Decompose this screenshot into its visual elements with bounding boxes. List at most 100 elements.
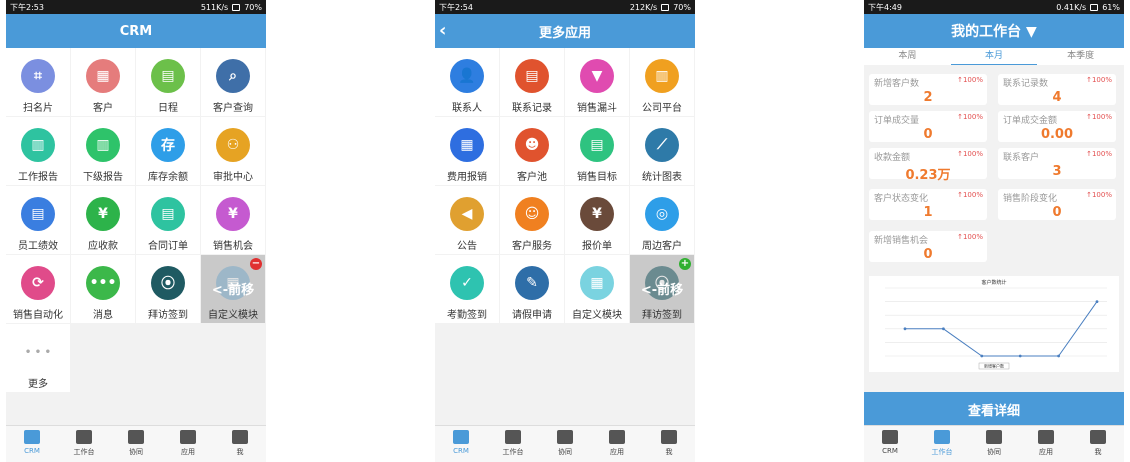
period-tab[interactable]: 本周 <box>864 48 951 65</box>
stat-change: ↑100% <box>1086 113 1112 121</box>
tab-3[interactable]: 应用 <box>162 426 214 462</box>
remove-badge-icon[interactable]: − <box>250 258 262 270</box>
tab-4[interactable]: 我 <box>1072 426 1124 462</box>
grid-item[interactable]: ⚇ 审批中心 <box>201 117 265 185</box>
tab-1[interactable]: 工作台 <box>58 426 110 462</box>
wifi-icon <box>1090 3 1099 11</box>
chart-title: 客户数统计 <box>981 279 1006 286</box>
tab-0[interactable]: CRM <box>864 426 916 462</box>
stat-value: 2 <box>923 90 933 105</box>
grid-item[interactable]: ¥ 报价单 <box>565 186 629 254</box>
tab-3[interactable]: 应用 <box>1020 426 1072 462</box>
period-tabs: 本周 本月 本季度 <box>864 48 1124 65</box>
network-speed: 0.41K/s <box>1056 2 1087 12</box>
tab-4[interactable]: 我 <box>214 426 266 462</box>
grid-item[interactable]: ▦ 费用报销 <box>435 117 499 185</box>
grid-item[interactable]: ▤ 日程 <box>136 48 200 116</box>
grid-item-label: 客户 <box>93 103 113 114</box>
workbench-title-dropdown[interactable]: 我的工作台 ▼ <box>864 14 1124 48</box>
grid-item[interactable]: ⟋ 统计图表 <box>630 117 694 185</box>
period-tab[interactable]: 本季度 <box>1037 48 1124 65</box>
grid-item[interactable]: ¥ 销售机会 <box>201 186 265 254</box>
grid-item[interactable]: ⦿ 拜访签到 <-前移 + <box>630 255 694 323</box>
more-apps-screen: 下午2:54 212K/s 70% ‹ 更多应用 👤 联系人 ▤ 联系记录 ▼ 销售漏斗 ▥ 公… <box>435 0 695 462</box>
box-icon <box>180 430 196 444</box>
stat-card[interactable]: 联系客户 3 ↑100% <box>998 148 1116 179</box>
grid-item-label: 联系记录 <box>512 103 552 114</box>
grid-item[interactable]: ▤ 合同订单 <box>136 186 200 254</box>
page-title: CRM <box>119 23 153 39</box>
tab-0[interactable]: CRM <box>6 426 58 462</box>
customer-pool-icon: ☻ <box>515 128 549 162</box>
grid-item-label: 统计图表 <box>642 172 682 183</box>
tab-0[interactable]: CRM <box>435 426 487 462</box>
period-tab[interactable]: 本月 <box>950 48 1038 65</box>
stat-card[interactable]: 新增销售机会 0 ↑100% <box>869 231 987 262</box>
grid-item[interactable]: ⌗ 扫名片 <box>6 48 70 116</box>
grid-item[interactable]: • • • 更多 <box>6 324 70 392</box>
move-forward-hint[interactable]: <-前移 <box>201 279 265 298</box>
tab-label: 应用 <box>610 448 624 456</box>
grid-item-label: 销售目标 <box>577 172 617 183</box>
stat-card[interactable]: 收款金额 0.23万 ↑100% <box>869 148 987 183</box>
grid-item[interactable]: ▦ 客户 <box>71 48 135 116</box>
grid-item[interactable]: ▥ 公司平台 <box>630 48 694 116</box>
data-point <box>1057 354 1060 358</box>
grid-item[interactable]: ▤ 联系记录 <box>500 48 564 116</box>
grid-item[interactable]: ⦿ 拜访签到 <box>136 255 200 323</box>
move-forward-hint[interactable]: <-前移 <box>630 279 694 298</box>
grid-item-label: 联系人 <box>452 103 482 114</box>
grid-item-label: 销售漏斗 <box>577 103 617 114</box>
tab-1[interactable]: 工作台 <box>487 426 539 462</box>
grid-item[interactable]: ⟳ 销售自动化 <box>6 255 70 323</box>
tab-4[interactable]: 我 <box>643 426 695 462</box>
grid-item[interactable]: ▥ 下级报告 <box>71 117 135 185</box>
back-arrow-icon[interactable]: ‹ <box>439 20 446 41</box>
grid-item[interactable]: ¥ 应收款 <box>71 186 135 254</box>
tab-label: 我 <box>236 448 244 456</box>
tab-2[interactable]: 协同 <box>968 426 1020 462</box>
data-point <box>1018 354 1022 358</box>
tab-label: 工作台 <box>502 448 524 456</box>
page-title: 我的工作台 ▼ <box>951 24 1037 40</box>
grid-item[interactable]: ☻ 客户池 <box>500 117 564 185</box>
tab-label: CRM <box>453 447 469 455</box>
grid-item[interactable]: ▼ 销售漏斗 <box>565 48 629 116</box>
grid-item-label: 审批中心 <box>213 172 253 183</box>
grid-item[interactable]: ▥ 工作报告 <box>6 117 70 185</box>
stat-card[interactable]: 订单成交量 0 ↑100% <box>869 111 987 142</box>
grid-item-label: 日程 <box>158 103 178 114</box>
crm-screen: 下午2:53 511K/s 70% CRM ⌗ 扫名片 ▦ 客户 ▤ 日程 ⌕ 客户查询 ▥ 工作报… <box>6 0 266 462</box>
grid-item[interactable]: ▤ 销售目标 <box>565 117 629 185</box>
grid-item[interactable]: ••• 消息 <box>71 255 135 323</box>
pie-chart-icon <box>453 430 469 444</box>
grid-item[interactable]: 👤 联系人 <box>435 48 499 116</box>
grid-item[interactable]: ⌕ 客户查询 <box>201 48 265 116</box>
add-badge-icon[interactable]: + <box>679 258 691 270</box>
grid-item[interactable]: ▦ 自定义模块 <box>565 255 629 323</box>
battery-level: 70% <box>244 2 262 12</box>
grid-item[interactable]: ◎ 周边客户 <box>630 186 694 254</box>
status-bar: 下午4:49 0.41K/s 61% <box>864 0 1124 14</box>
stat-card[interactable]: 客户状态变化 1 ↑100% <box>869 189 987 220</box>
target-icon: ▤ <box>580 128 614 162</box>
grid-item[interactable]: ✎ 请假申请 <box>500 255 564 323</box>
stat-value: 0 <box>923 127 933 142</box>
stat-card[interactable]: 销售阶段变化 0 ↑100% <box>998 189 1116 220</box>
tab-3[interactable]: 应用 <box>591 426 643 462</box>
tab-1[interactable]: 工作台 <box>916 426 968 462</box>
tab-2[interactable]: 协同 <box>110 426 162 462</box>
view-detail-button[interactable]: 查看详细 <box>864 392 1124 426</box>
grid-item[interactable]: ☺ 客户服务 <box>500 186 564 254</box>
stat-card[interactable]: 联系记录数 4 ↑100% <box>998 74 1116 105</box>
grid-item[interactable]: ✓ 考勤签到 <box>435 255 499 323</box>
grid-item[interactable]: ▦ 自定义模块 <-前移 − <box>201 255 265 323</box>
grid-item[interactable]: ◀ 公告 <box>435 186 499 254</box>
bottom-tab-bar: CRM 工作台 协同 应用 我 <box>435 425 695 462</box>
stat-value: 1 <box>923 205 933 220</box>
tab-2[interactable]: 协同 <box>539 426 591 462</box>
grid-item[interactable]: 存库存余额 <box>136 117 200 185</box>
grid-item[interactable]: ▤ 员工绩效 <box>6 186 70 254</box>
stat-card[interactable]: 订单成交金额 0.00 ↑100% <box>998 111 1116 142</box>
stat-card[interactable]: 新增客户数 2 ↑100% <box>869 74 987 105</box>
